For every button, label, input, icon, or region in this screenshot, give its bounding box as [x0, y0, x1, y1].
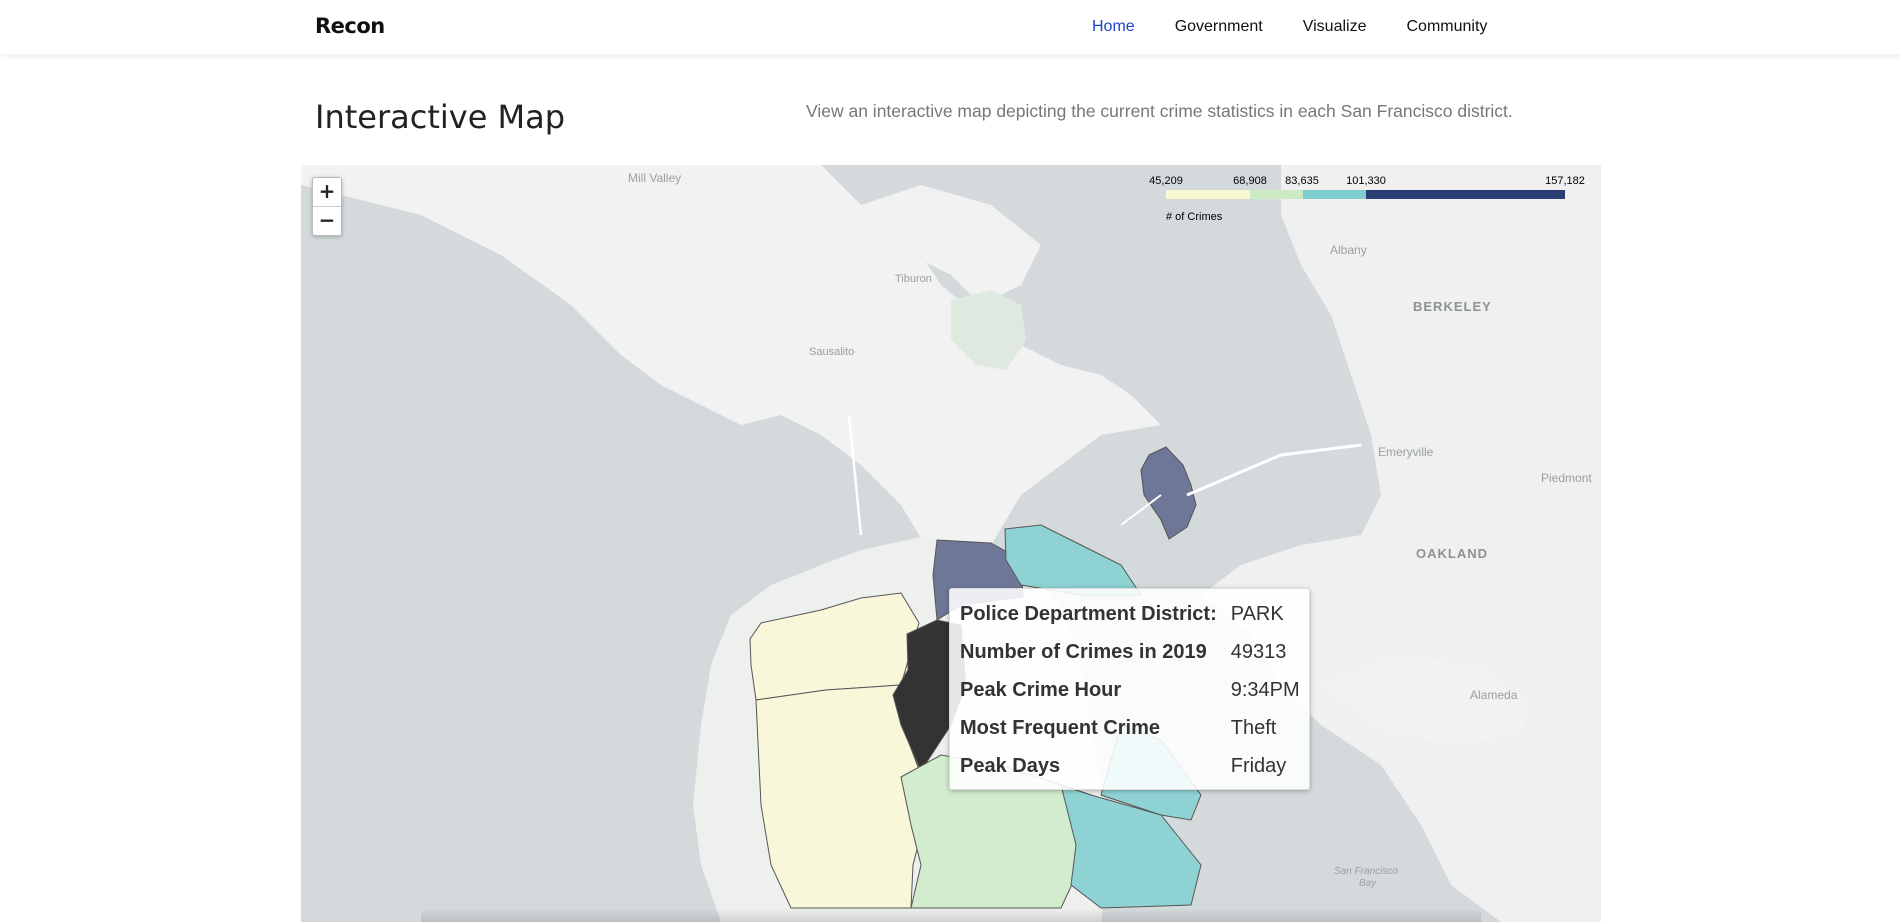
place-label-piedmont: Piedmont	[1541, 471, 1592, 485]
info-value: Theft	[1230, 716, 1277, 739]
legend-bin-1	[1250, 190, 1303, 199]
nav-link-visualize[interactable]: Visualize	[1303, 18, 1367, 36]
bottom-shadow	[421, 908, 1481, 922]
info-value: 9:34PM	[1230, 678, 1300, 701]
page-description: View an interactive map depicting the cu…	[806, 101, 1513, 121]
legend-title: # of Crimes	[1166, 211, 1223, 223]
bay-bridge	[1186, 443, 1362, 497]
place-label-alameda: Alameda	[1470, 688, 1518, 702]
water-label-sf-bay-2: Bay	[1359, 878, 1377, 889]
nav-links: Home Government Visualize Community	[1092, 18, 1487, 36]
district-info-popup: Police Department District: PARK Number …	[949, 588, 1310, 790]
east-bay-land	[1201, 165, 1601, 922]
zoom-out-button[interactable]: −	[313, 206, 341, 235]
info-row-district: Police Department District: PARK	[960, 595, 1300, 633]
info-row-crimes: Number of Crimes in 2019 49313	[960, 633, 1300, 671]
legend-bin-0	[1166, 190, 1251, 199]
info-label: Police Department District:	[960, 602, 1217, 625]
info-value: PARK	[1230, 602, 1284, 625]
info-label: Peak Crime Hour	[960, 678, 1122, 701]
place-label-oakland: OAKLAND	[1416, 546, 1488, 561]
zoom-in-button[interactable]: +	[313, 178, 341, 206]
crime-map[interactable]: + − Mill Valley Tiburon Sausalito Albany…	[301, 165, 1601, 922]
info-label: Peak Days	[960, 754, 1061, 777]
info-label: Number of Crimes in 2019	[960, 640, 1207, 663]
nav-link-community[interactable]: Community	[1406, 18, 1487, 36]
map-legend: 45,209 68,908 83,635 101,330 157,182 # o…	[1141, 175, 1591, 225]
water-label-sf-bay: San Francisco	[1334, 866, 1398, 877]
nav-link-home[interactable]: Home	[1092, 18, 1135, 36]
district-treasure-island	[1140, 446, 1197, 540]
place-label-albany: Albany	[1330, 243, 1367, 257]
place-label-berkeley: BERKELEY	[1413, 299, 1492, 314]
info-row-peak-days: Peak Days Friday	[960, 747, 1300, 785]
map-basemap	[301, 165, 1601, 922]
info-label: Most Frequent Crime	[960, 716, 1161, 739]
info-value: 49313	[1230, 640, 1287, 663]
legend-tick-3: 101,330	[1346, 175, 1386, 187]
legend-tick-0: 45,209	[1149, 175, 1183, 187]
nav-link-government[interactable]: Government	[1175, 18, 1263, 36]
legend-tick-1: 68,908	[1233, 175, 1267, 187]
place-label-sausalito: Sausalito	[809, 346, 855, 358]
legend-tick-2: 83,635	[1285, 175, 1319, 187]
brand-logo[interactable]: Recon	[315, 14, 385, 38]
top-navbar: Recon Home Government Visualize Communit…	[0, 0, 1901, 54]
district-central	[1004, 524, 1142, 596]
zoom-control: + −	[312, 177, 342, 236]
legend-bin-3	[1365, 190, 1565, 199]
place-label-emeryville: Emeryville	[1378, 445, 1434, 459]
page-title: Interactive Map	[315, 98, 566, 136]
district-info-table: Police Department District: PARK Number …	[960, 595, 1300, 785]
info-value: Friday	[1230, 754, 1287, 777]
info-row-frequent-crime: Most Frequent Crime Theft	[960, 709, 1300, 747]
legend-tick-4: 157,182	[1545, 175, 1585, 187]
marin-land	[301, 165, 1161, 565]
info-row-peak-hour: Peak Crime Hour 9:34PM	[960, 671, 1300, 709]
place-label-tiburon: Tiburon	[895, 273, 932, 285]
place-label-mill-valley: Mill Valley	[628, 171, 682, 185]
legend-bin-2	[1302, 190, 1366, 199]
